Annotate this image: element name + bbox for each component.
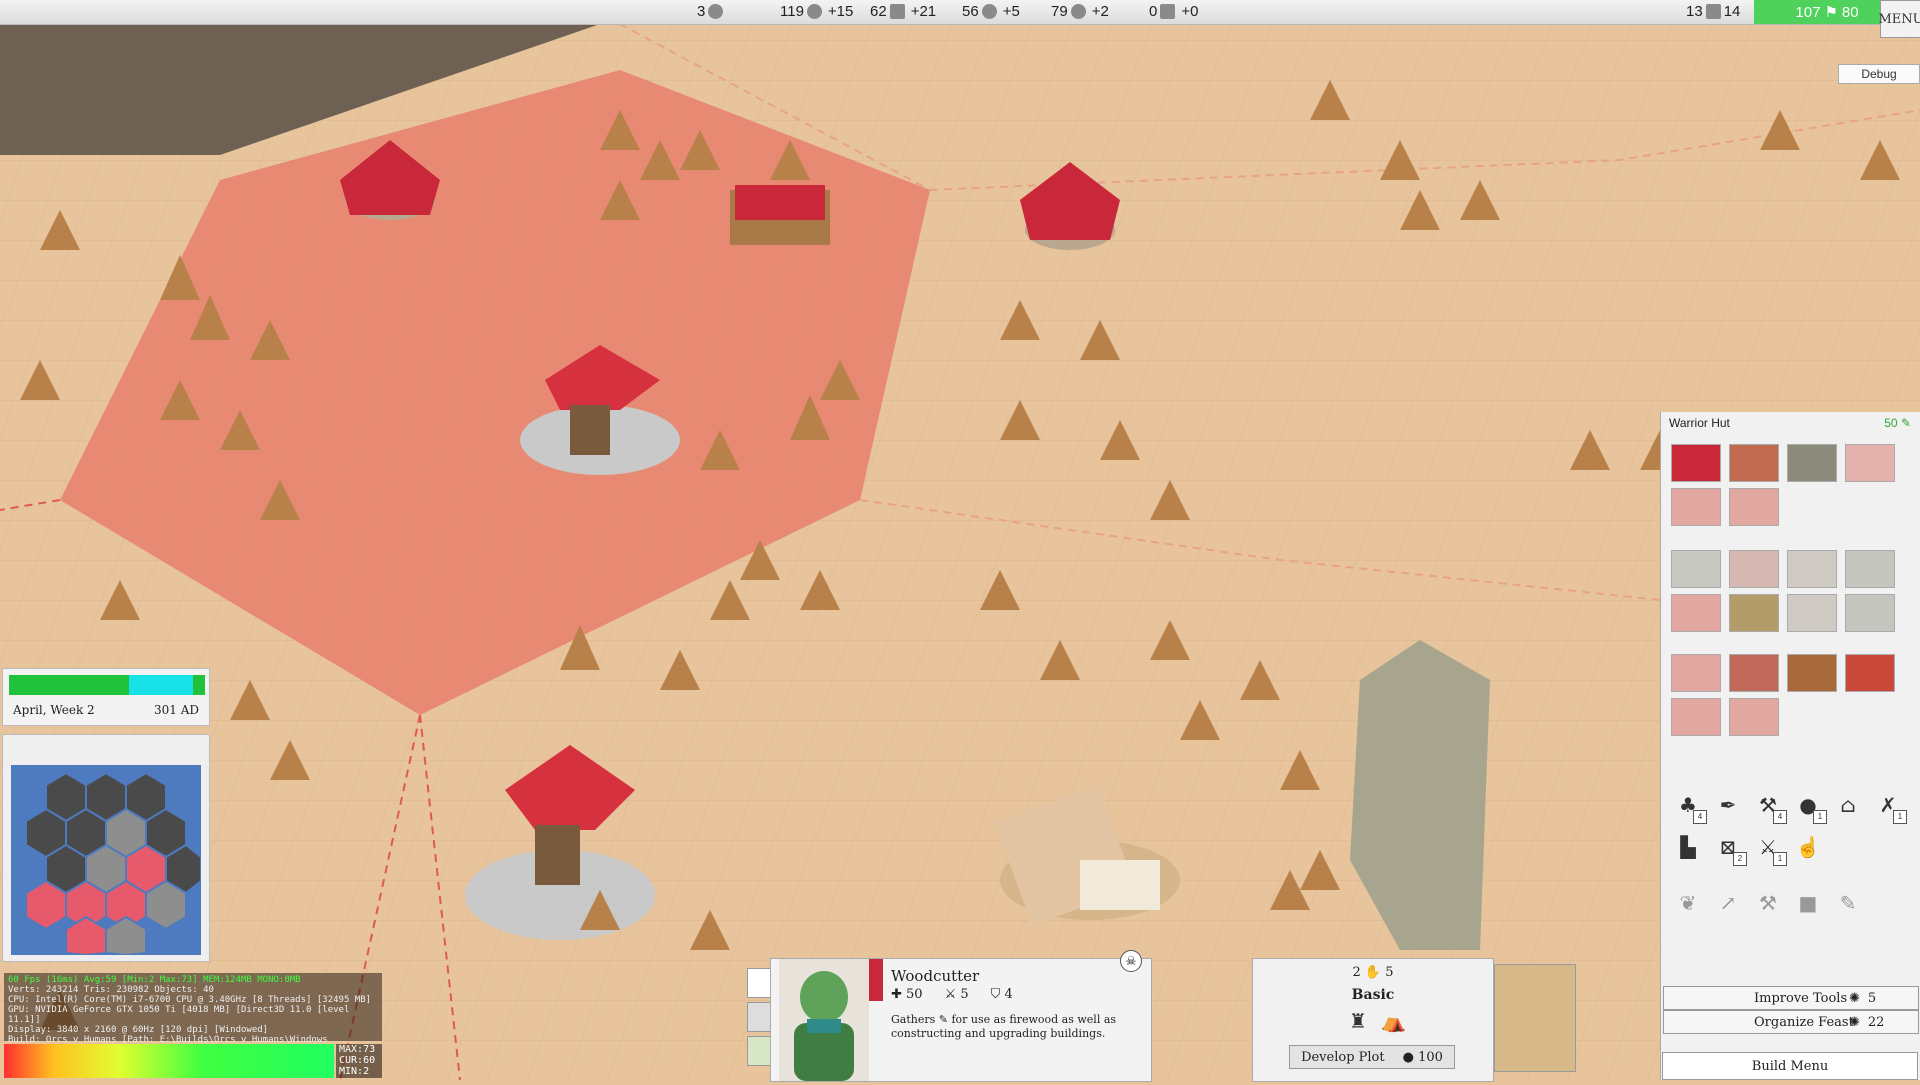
plot-panel: 2 ✋ 5 Basic ♜ ⛺ Develop Plot ● 100 bbox=[1252, 958, 1494, 1082]
ore-icon bbox=[981, 4, 997, 19]
armor-stat: ⛉ 4 bbox=[990, 987, 1013, 1002]
building-option[interactable] bbox=[1671, 444, 1721, 482]
ore-resource[interactable]: 56 +5 bbox=[962, 3, 1020, 20]
fps-readout: MAX:73 CUR:60 MIN:2 bbox=[336, 1044, 382, 1078]
selected-building-title: Warrior Hut bbox=[1669, 416, 1730, 430]
stump-icon[interactable]: ♣ 4 bbox=[1675, 792, 1707, 824]
stone-resource[interactable]: 119 +15 bbox=[780, 3, 853, 20]
bow-icon[interactable]: ⊠ 2 bbox=[1715, 834, 1747, 866]
coin-icon bbox=[708, 4, 724, 19]
date-label: April, Week 2 bbox=[13, 703, 95, 717]
food-icon bbox=[1070, 4, 1086, 19]
food-icon: ✺ bbox=[1849, 1014, 1860, 1030]
shovel-icon[interactable]: ↗ bbox=[1715, 890, 1741, 916]
plot-icons: ♜ ⛺ bbox=[1349, 1009, 1406, 1033]
building-option[interactable] bbox=[1845, 444, 1895, 482]
building-option[interactable] bbox=[1787, 594, 1837, 632]
housing-counter[interactable]: 13 14 bbox=[1686, 3, 1740, 20]
plot-workers: 2 ✋ 5 bbox=[1352, 965, 1394, 980]
building-option[interactable] bbox=[1729, 594, 1779, 632]
flag-icon: ⚑ bbox=[1824, 4, 1838, 21]
leaf-icon[interactable]: ❦ bbox=[1675, 890, 1701, 916]
building-option[interactable] bbox=[1671, 654, 1721, 692]
wrench-icon[interactable]: ✎ bbox=[1835, 890, 1861, 916]
plot-preview[interactable] bbox=[1494, 964, 1576, 1072]
year-label: 301 AD bbox=[153, 703, 199, 717]
tent-icon[interactable]: ⛺ bbox=[1381, 1009, 1406, 1033]
plot-type: Basic bbox=[1351, 987, 1395, 1003]
building-option[interactable] bbox=[1729, 444, 1779, 482]
calendar-panel: April, Week 2 301 AD bbox=[2, 668, 210, 726]
improve-tools-button[interactable]: Improve Tools ✺ 5 bbox=[1663, 986, 1919, 1010]
game-world[interactable] bbox=[0, 0, 1920, 1080]
building-option[interactable] bbox=[1845, 594, 1895, 632]
resource-icon: ✺ bbox=[1849, 990, 1860, 1006]
unit-info-panel: Woodcutter ✚ 50 ⚔ 5 ⛉ 4 Gathers ✎ for us… bbox=[770, 958, 1152, 1082]
fps-graph bbox=[4, 1044, 334, 1078]
debug-button[interactable]: Debug bbox=[1838, 64, 1920, 84]
building-option[interactable] bbox=[1671, 594, 1721, 632]
building-option[interactable] bbox=[1787, 654, 1837, 692]
building-option[interactable] bbox=[1729, 654, 1779, 692]
unit-name: Woodcutter bbox=[891, 967, 980, 985]
building-option[interactable] bbox=[1845, 654, 1895, 692]
building-option[interactable] bbox=[1729, 488, 1779, 526]
boot-icon[interactable]: ▙ bbox=[1675, 834, 1701, 860]
unit-stats: ✚ 50 ⚔ 5 ⛉ 4 bbox=[891, 987, 1013, 1002]
beer-icon bbox=[1160, 4, 1176, 19]
house-icon bbox=[1705, 4, 1721, 19]
wood-resource[interactable]: 62 +21 bbox=[870, 3, 936, 20]
feather-icon[interactable]: ✒ bbox=[1715, 792, 1741, 818]
building-option[interactable] bbox=[1787, 550, 1837, 588]
building-option[interactable] bbox=[1671, 698, 1721, 736]
unit-flag bbox=[869, 959, 883, 1001]
attack-stat: ⚔ 5 bbox=[944, 987, 969, 1002]
build-menu-button[interactable]: Build Menu bbox=[1662, 1052, 1918, 1080]
food-resource[interactable]: 79 +2 bbox=[1051, 3, 1109, 20]
wood-icon: ✎ bbox=[938, 1013, 948, 1026]
building-option[interactable] bbox=[1787, 444, 1837, 482]
season-progress-bar bbox=[9, 675, 205, 695]
worker-icon: ✋ bbox=[1364, 965, 1382, 980]
axe-icon[interactable]: ⚒ 4 bbox=[1755, 792, 1787, 824]
health-stat: ✚ 50 bbox=[891, 987, 923, 1002]
stone-icon: ● bbox=[1402, 1049, 1414, 1065]
block-icon[interactable]: ■ bbox=[1795, 890, 1821, 916]
beer-resource[interactable]: 0 +0 bbox=[1149, 3, 1198, 20]
building-option[interactable] bbox=[1729, 550, 1779, 588]
mortar-icon[interactable]: ● 1 bbox=[1795, 792, 1827, 824]
wood-icon bbox=[889, 4, 905, 19]
minimap[interactable] bbox=[11, 765, 202, 957]
building-cost: 50 ✎ bbox=[1884, 416, 1911, 430]
castle-icon[interactable]: ♜ bbox=[1349, 1009, 1367, 1033]
stone-icon bbox=[806, 4, 822, 19]
unit-portrait bbox=[779, 959, 869, 1081]
hammer-icon[interactable]: ⚒ bbox=[1755, 890, 1781, 916]
debug-stats: 60 Fps (16ms) Avg:59 [Min:2 Max:73] MEM:… bbox=[4, 973, 382, 1055]
unit-description: Gathers ✎ for use as firewood as well as… bbox=[891, 1013, 1117, 1040]
crossed-tools-icon[interactable]: ✗ 1 bbox=[1875, 792, 1907, 824]
bucket-icon[interactable]: ⌂ bbox=[1835, 792, 1861, 818]
minimap-panel bbox=[2, 734, 210, 962]
building-option[interactable] bbox=[1671, 488, 1721, 526]
wood-icon: ✎ bbox=[1900, 416, 1911, 430]
gold-resource[interactable]: 3 bbox=[697, 3, 724, 20]
pickaxe-icon[interactable]: ⚔ 1 bbox=[1755, 834, 1787, 866]
hand-icon[interactable]: ☝ bbox=[1795, 834, 1821, 860]
resource-bar: 3 119 +15 62 +21 56 +5 79 +2 0 +0 13 14 … bbox=[0, 0, 1920, 25]
building-option[interactable] bbox=[1729, 698, 1779, 736]
wagon-building[interactable] bbox=[730, 185, 830, 245]
build-panel: Warrior Hut 50 ✎ ♣ 4 ✒ ⚒ 4 ● 1 ⌂ ✗ 1 ▙ ⊠ 2 ⚔ 1… bbox=[1660, 412, 1920, 1080]
building-option[interactable] bbox=[1845, 550, 1895, 588]
menu-button[interactable]: MENU bbox=[1878, 0, 1920, 38]
develop-plot-button[interactable]: Develop Plot ● 100 bbox=[1289, 1045, 1455, 1069]
dismiss-unit-icon[interactable]: ☠ bbox=[1120, 950, 1142, 972]
organize-feast-button[interactable]: Organize Feast ✺ 22 bbox=[1663, 1010, 1919, 1034]
building-option[interactable] bbox=[1671, 550, 1721, 588]
terrain-map[interactable] bbox=[0, 0, 1920, 1080]
